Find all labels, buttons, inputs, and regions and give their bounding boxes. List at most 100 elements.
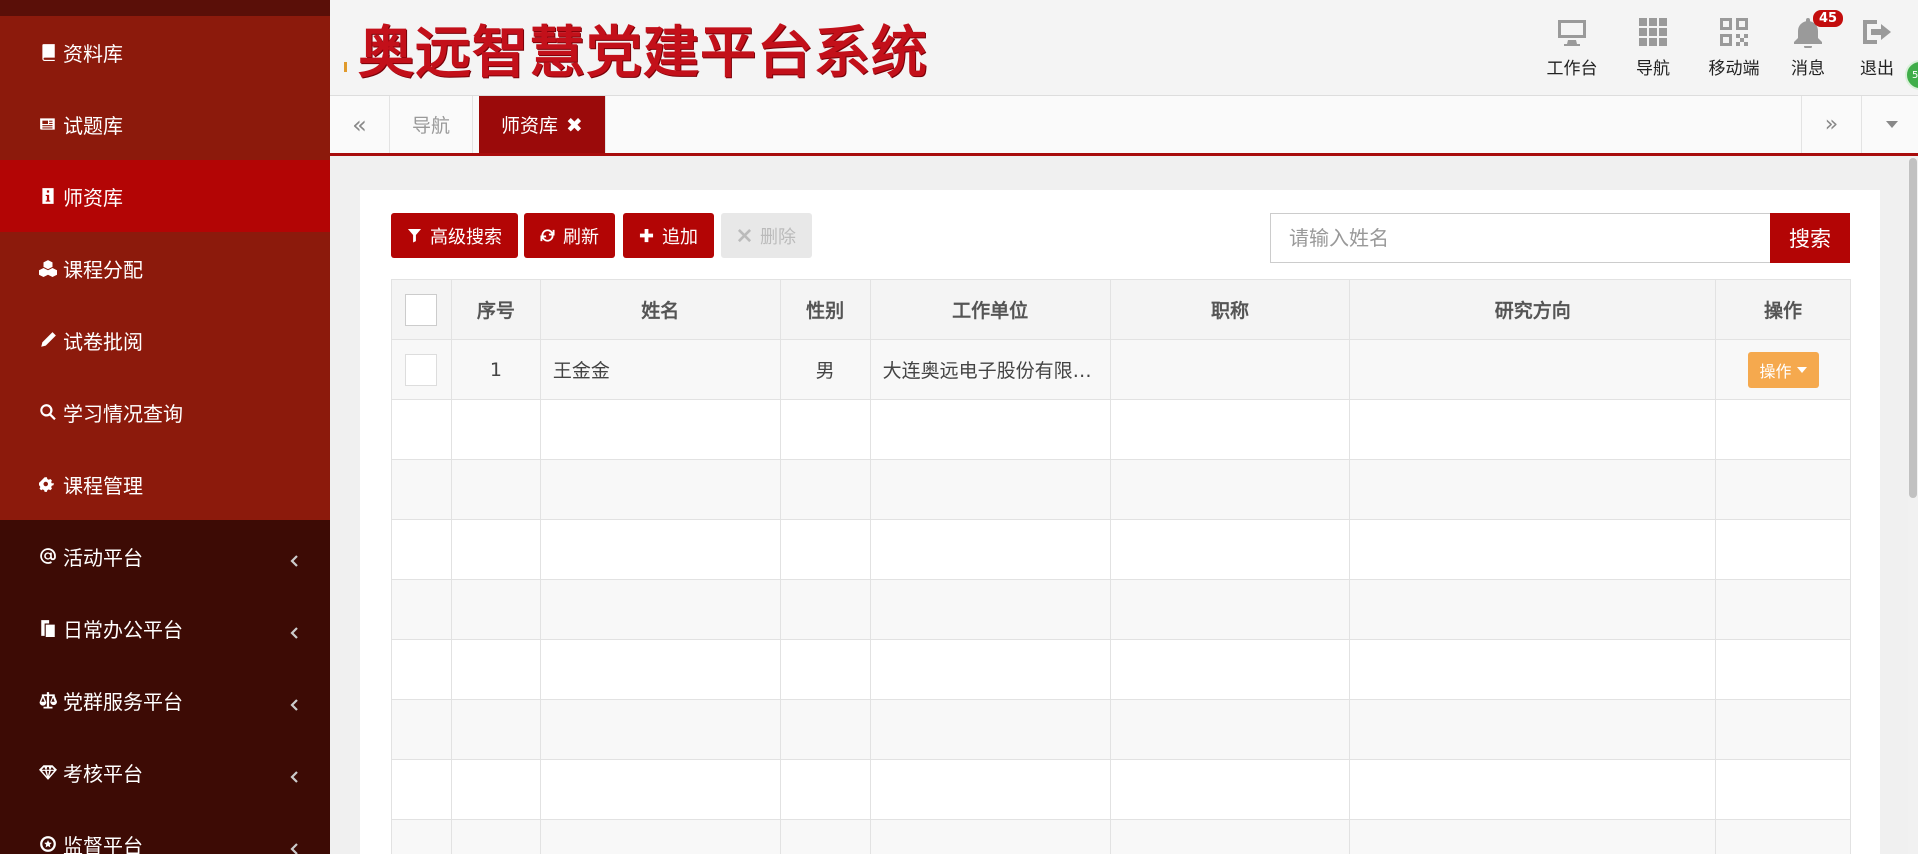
sidebar-item-label: 课程分配 [63, 257, 143, 282]
refresh-label: 刷新 [563, 226, 599, 248]
sidebar-group-activity[interactable]: 活动平台 [0, 520, 330, 592]
action-label: 操作 [1759, 361, 1792, 381]
diamond-icon [37, 761, 59, 783]
column-header[interactable]: 研究方向 [1349, 279, 1717, 340]
advanced-search-button[interactable]: 高级搜索 [391, 213, 518, 258]
table-row-empty [391, 459, 1851, 520]
times-icon [737, 228, 752, 243]
sidebar-group-label: 党群服务平台 [63, 689, 183, 714]
unit-cell: 大连奥远电子股份有限公司 [869, 339, 1111, 400]
sidebar-item-study-query[interactable]: 学习情况查询 [0, 376, 330, 448]
sidebar-group-label: 日常办公平台 [63, 617, 183, 642]
table-row-empty [391, 699, 1851, 760]
sidebar-groups: 活动平台 日常办公平台 党群服务平台 考核平台 监督平台 [0, 520, 330, 854]
add-button[interactable]: 追加 [623, 213, 714, 258]
logout-button[interactable]: 退出 [1842, 14, 1912, 84]
chevron-left-icon [288, 837, 302, 854]
column-header[interactable]: 工作单位 [869, 279, 1111, 340]
sidebar-item-resources[interactable]: 资料库 [0, 16, 330, 88]
sidebar-group-service[interactable]: 党群服务平台 [0, 664, 330, 736]
index-cell: 1 [450, 339, 541, 400]
cubes-icon [37, 257, 59, 279]
sidebar-top-strip [0, 0, 330, 16]
sidebar-item-course-manage[interactable]: 课程管理 [0, 448, 330, 520]
select-all-cell [391, 279, 452, 340]
tab-navigation[interactable]: 导航 [390, 96, 474, 153]
sidebar-group-supervision[interactable]: 监督平台 [0, 808, 330, 854]
title-cell [1109, 339, 1351, 400]
table-header-row: 序号 姓名 性别 工作单位 职称 研究方向 操作 [391, 279, 1851, 340]
messages-button[interactable]: 45 消息 [1770, 10, 1846, 84]
workbench-button[interactable]: 工作台 [1534, 14, 1610, 84]
table-row-empty [391, 519, 1851, 580]
unit-text: 大连奥远电子股份有限公司 [882, 360, 1103, 382]
sidebar-item-label: 师资库 [63, 185, 123, 210]
sidebar-group-label: 考核平台 [63, 761, 143, 786]
search-button[interactable]: 搜索 [1770, 213, 1850, 263]
action-cell: 操作 [1715, 339, 1851, 400]
row-checkbox[interactable] [405, 353, 438, 386]
sidebar-item-teachers[interactable]: 师资库 [0, 160, 330, 232]
chevron-left-icon [288, 621, 302, 639]
tab-label: 师资库 [501, 115, 559, 137]
name-search-input[interactable] [1270, 213, 1770, 263]
select-all-checkbox[interactable] [405, 293, 438, 326]
delete-button[interactable]: 删除 [721, 213, 812, 258]
navigation-button[interactable]: 导航 [1615, 14, 1691, 84]
plus-icon [639, 228, 654, 243]
chevron-left-icon [288, 549, 302, 567]
logo-accent [344, 62, 347, 72]
message-count-badge: 45 [1813, 10, 1844, 27]
sidebar: 资料库 试题库 师资库 课程分配 试卷批阅 学习情况查询 课程管理 活动平台 日… [0, 0, 330, 854]
tab-label: 导航 [412, 115, 451, 137]
tab-scroll-left[interactable]: « [330, 96, 390, 153]
sidebar-item-label: 试题库 [63, 113, 123, 138]
search-icon [37, 401, 59, 423]
desktop-icon [1554, 14, 1590, 50]
caret-down-icon [1796, 366, 1807, 373]
research-cell [1349, 339, 1717, 400]
mobile-label: 移动端 [1708, 59, 1760, 79]
table-row-empty [391, 579, 1851, 640]
book-icon [37, 41, 59, 63]
column-header[interactable]: 序号 [450, 279, 541, 340]
mobile-button[interactable]: 移动端 [1696, 14, 1772, 84]
sidebar-item-course-assign[interactable]: 课程分配 [0, 232, 330, 304]
table-row-empty [391, 399, 1851, 460]
sidebar-group-label: 监督平台 [63, 833, 143, 854]
sidebar-group-office[interactable]: 日常办公平台 [0, 592, 330, 664]
circle-star-icon [37, 833, 59, 854]
sidebar-item-grading[interactable]: 试卷批阅 [0, 304, 330, 376]
name-cell: 王金金 [539, 339, 781, 400]
logout-label: 退出 [1860, 59, 1894, 79]
tab-bar: « 导航 师资库 ✖ » [330, 96, 1918, 156]
chevron-left-icon [288, 765, 302, 783]
sidebar-group-assessment[interactable]: 考核平台 [0, 736, 330, 808]
refresh-icon [540, 229, 555, 242]
row-action-dropdown[interactable]: 操作 [1747, 351, 1819, 388]
column-header[interactable]: 职称 [1109, 279, 1351, 340]
sign-out-icon [1859, 14, 1895, 50]
tab-scroll-right[interactable]: » [1801, 96, 1861, 153]
table-row-empty [391, 759, 1851, 820]
row-select-cell [391, 339, 452, 400]
column-header[interactable]: 姓名 [539, 279, 781, 340]
sidebar-item-label: 学习情况查询 [63, 401, 183, 426]
column-header[interactable]: 性别 [779, 279, 871, 340]
close-icon[interactable]: ✖ [566, 113, 583, 137]
gender-cell: 男 [779, 339, 871, 400]
app-title: 奥远智慧党建平台系统 [358, 20, 928, 86]
filter-icon [407, 228, 422, 243]
scrollbar-thumb[interactable] [1909, 158, 1917, 498]
newspaper-icon [37, 113, 59, 135]
sidebar-item-question-bank[interactable]: 试题库 [0, 88, 330, 160]
chevron-left-icon [288, 693, 302, 711]
refresh-button[interactable]: 刷新 [524, 213, 615, 258]
sidebar-item-label: 资料库 [63, 41, 123, 66]
caret-down-icon [1885, 121, 1898, 128]
tab-menu-dropdown[interactable] [1861, 96, 1918, 153]
tab-teachers[interactable]: 师资库 ✖ [479, 96, 606, 153]
sidebar-item-label: 课程管理 [63, 473, 143, 498]
column-header: 操作 [1715, 279, 1851, 340]
table-row[interactable]: 1 王金金 男 大连奥远电子股份有限公司 操作 [391, 339, 1851, 400]
